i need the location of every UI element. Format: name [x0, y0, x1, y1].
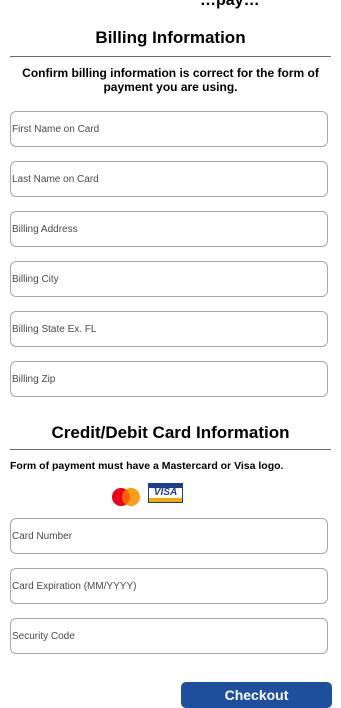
card-expiration-field[interactable]: [10, 568, 328, 604]
mastercard-icon: [112, 488, 140, 506]
billing-subtitle: Confirm billing information is correct f…: [22, 66, 319, 94]
first-name-field[interactable]: [10, 111, 328, 147]
card-number-field[interactable]: [10, 518, 328, 554]
checkout-button[interactable]: Checkout: [181, 682, 332, 708]
top-cutoff-text: …pay…: [200, 0, 260, 9]
security-code-field[interactable]: [10, 618, 328, 654]
visa-logo-text: VISA: [153, 487, 178, 498]
billing-zip-field[interactable]: [10, 361, 328, 397]
card-divider: [10, 449, 331, 450]
billing-address-field[interactable]: [10, 211, 328, 247]
billing-city-field[interactable]: [10, 261, 328, 297]
card-logo-note: Form of payment must have a Mastercard o…: [10, 460, 284, 472]
last-name-field[interactable]: [10, 161, 328, 197]
billing-section-title: Billing Information: [95, 28, 246, 47]
payment-logos: VISA: [110, 483, 185, 507]
card-section-title: Credit/Debit Card Information: [51, 423, 290, 442]
visa-icon: VISA: [148, 483, 183, 503]
billing-state-field[interactable]: [10, 311, 328, 347]
billing-divider: [10, 56, 331, 57]
